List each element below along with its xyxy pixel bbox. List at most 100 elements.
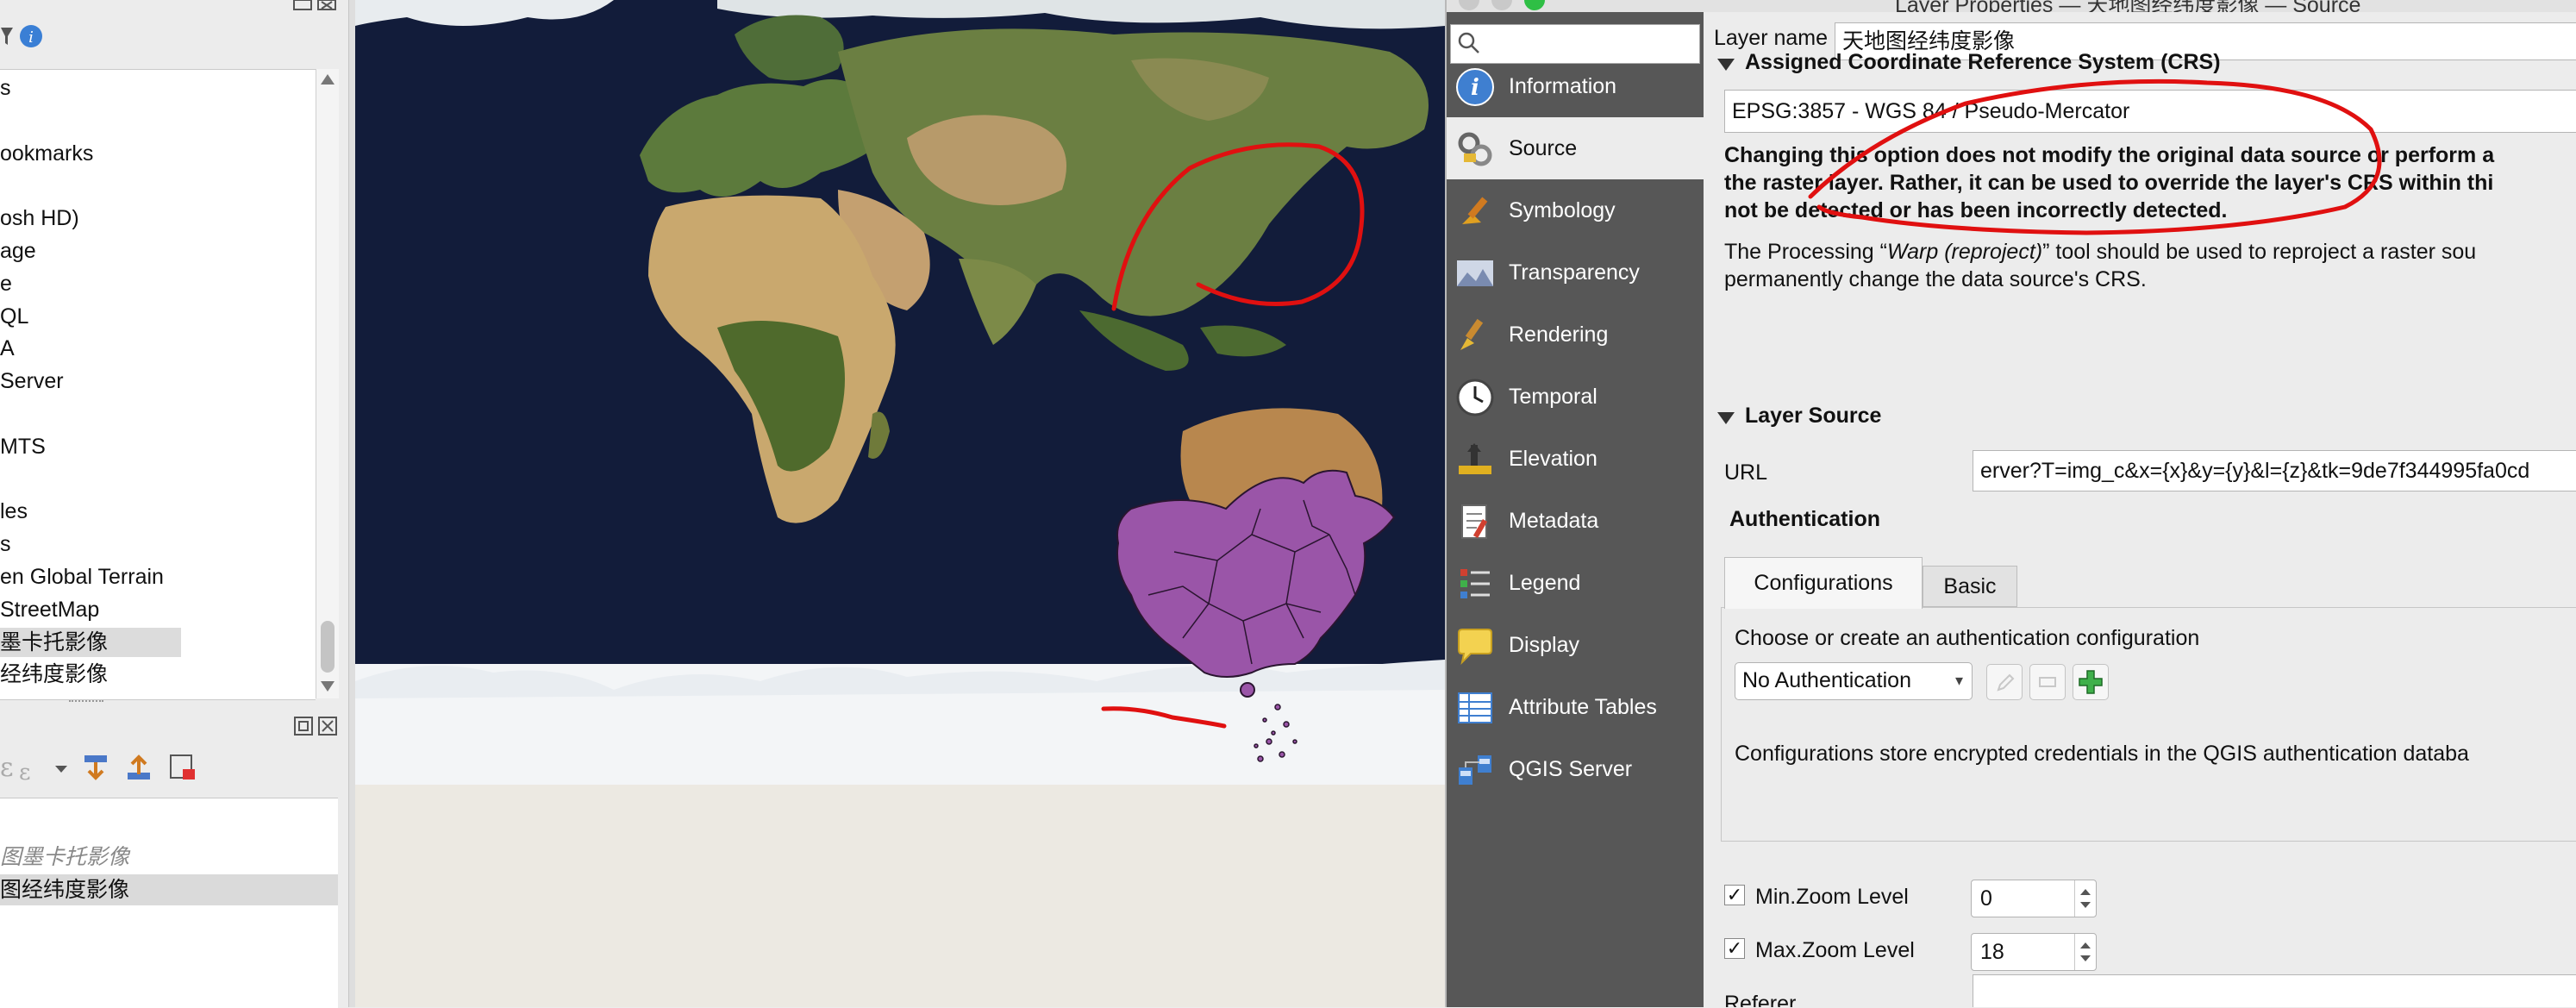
minimize-window-button[interactable]: [1491, 0, 1512, 10]
sidebar-item-metadata[interactable]: Metadata: [1447, 490, 1704, 552]
browser-tree-item[interactable]: 墨卡托影像: [0, 627, 181, 657]
sidebar-item-temporal[interactable]: Temporal: [1447, 366, 1704, 428]
referer-input[interactable]: [1973, 974, 2576, 1007]
sidebar-item-label: Metadata: [1509, 509, 1599, 533]
add-auth-button[interactable]: [2073, 664, 2109, 700]
dialog-title: Layer Properties — 天地图经纬度影像 — Source: [1895, 0, 2361, 12]
sidebar-item-symbology[interactable]: Symbology: [1447, 179, 1704, 241]
spin-arrows-icon[interactable]: [2074, 934, 2096, 970]
browser-tree-item[interactable]: StreetMap: [0, 595, 99, 624]
panel-splitter[interactable]: [69, 700, 103, 707]
close-panel-icon[interactable]: [317, 0, 336, 10]
remove-layer-icon[interactable]: [170, 754, 195, 779]
warp-tool-name[interactable]: Warp (reproject): [1887, 240, 2042, 264]
min-zoom-value: 0: [1980, 886, 1992, 911]
crs-section-toggle-icon[interactable]: [1717, 59, 1735, 71]
scroll-down-icon[interactable]: [321, 681, 335, 692]
max-zoom-spinbox[interactable]: 18: [1971, 933, 2097, 971]
sidebar-item-source[interactable]: Source: [1447, 117, 1704, 179]
browser-tree-item[interactable]: s: [0, 529, 11, 559]
layer-name-label: Layer name: [1714, 26, 1829, 50]
browser-tree-item[interactable]: osh HD): [0, 203, 79, 233]
min-zoom-checkbox[interactable]: ✓: [1724, 885, 1745, 905]
tab-configurations[interactable]: Configurations: [1724, 557, 1923, 609]
map-canvas[interactable]: [355, 0, 1445, 1007]
sidebar-item-qgis-server[interactable]: QGIS Server: [1447, 738, 1704, 800]
metadata-icon: [1455, 502, 1495, 542]
world-map[interactable]: [355, 0, 1445, 1007]
layer-item[interactable]: 图经纬度影像: [0, 874, 338, 905]
sidebar-item-information[interactable]: i Information: [1447, 55, 1704, 117]
sidebar-item-elevation[interactable]: Elevation: [1447, 428, 1704, 490]
crs-selector[interactable]: EPSG:3857 - WGS 84 / Pseudo-Mercator: [1724, 90, 2576, 133]
clock-icon: [1455, 378, 1495, 417]
tab-basic[interactable]: Basic: [1923, 566, 2017, 607]
sidebar-item-label: Rendering: [1509, 322, 1609, 347]
clear-auth-button[interactable]: [2029, 664, 2066, 700]
sidebar-item-attribute-tables[interactable]: Attribute Tables: [1447, 676, 1704, 738]
browser-tree-item[interactable]: MTS: [0, 432, 46, 461]
browser-scrollbar[interactable]: [316, 69, 339, 698]
edit-auth-button[interactable]: [1986, 664, 2023, 700]
transparency-icon: [1455, 254, 1495, 293]
scroll-up-icon[interactable]: [321, 74, 335, 85]
svg-text:i: i: [28, 28, 34, 47]
sidebar-item-rendering[interactable]: Rendering: [1447, 304, 1704, 366]
chevron-down-icon: ▾: [1954, 672, 1963, 689]
sidebar-item-label: QGIS Server: [1509, 757, 1633, 781]
browser-tree[interactable]: s ookmarks osh HD) age e QL A Server MTS les s en G…: [0, 69, 316, 700]
svg-text:ε: ε: [0, 753, 14, 783]
max-zoom-label: Max.Zoom Level: [1755, 938, 1915, 962]
hainan: [1240, 682, 1255, 698]
elevation-icon: [1455, 440, 1495, 479]
sidebar-item-display[interactable]: Display: [1447, 614, 1704, 676]
rendering-icon: [1455, 316, 1495, 355]
browser-tree-item[interactable]: age: [0, 236, 36, 266]
layers-toolbar: ε ε: [0, 750, 345, 786]
sidebar-item-legend[interactable]: Legend: [1447, 552, 1704, 614]
layer-item[interactable]: 图墨卡托影像: [0, 842, 338, 873]
float-panel-icon[interactable]: [293, 0, 312, 10]
crs-note-line-1: The Processing “Warp (reproject)” tool s…: [1724, 238, 2476, 266]
crs-warning-line-1: Changing this option does not modify the…: [1724, 143, 2495, 167]
browser-tree-item[interactable]: QL: [0, 302, 28, 331]
spin-arrows-icon[interactable]: [2074, 880, 2096, 917]
layers-list[interactable]: 图墨卡托影像 图经纬度影像: [0, 798, 338, 1008]
close-window-button[interactable]: [1459, 0, 1479, 10]
epsilon-filter-icon[interactable]: ε ε: [0, 753, 67, 786]
info-icon[interactable]: i: [19, 24, 43, 48]
sidebar-item-label: Source: [1509, 136, 1578, 160]
legend-icon: [1455, 564, 1495, 604]
max-zoom-checkbox[interactable]: ✓: [1724, 938, 1745, 959]
filter-icon[interactable]: [0, 24, 17, 48]
sidebar-item-label: Temporal: [1509, 385, 1597, 409]
eraser-icon: [2039, 677, 2056, 687]
min-zoom-spinbox[interactable]: 0: [1971, 880, 2097, 917]
browser-tree-item[interactable]: s: [0, 73, 11, 103]
svg-text:i: i: [1471, 75, 1479, 101]
url-input[interactable]: erver?T=img_c&x={x}&y={y}&l={z}&tk=9de7f…: [1973, 450, 2576, 491]
pencil-icon: [1997, 673, 2015, 692]
info-icon: i: [1455, 67, 1495, 107]
browser-tree-item[interactable]: e: [0, 269, 12, 298]
left-dock: i s ookmarks osh HD) age e QL A Server MTS les s en…: [0, 0, 356, 1008]
auth-config-select[interactable]: No Authentication ▾: [1735, 662, 1973, 700]
float-close-icons[interactable]: [293, 716, 341, 736]
browser-tree-item[interactable]: 经纬度影像: [0, 660, 108, 689]
browser-tree-item[interactable]: en Global Terrain: [0, 562, 164, 592]
crs-note-suffix: ” tool should be used to reproject a ras…: [2042, 240, 2477, 264]
sidebar-item-label: Attribute Tables: [1509, 695, 1657, 719]
expand-all-icon[interactable]: [84, 755, 107, 780]
sidebar-item-transparency[interactable]: Transparency: [1447, 241, 1704, 304]
layer-source-toggle-icon[interactable]: [1717, 412, 1735, 424]
layers-panel-controls: [293, 716, 341, 741]
authentication-label: Authentication: [1729, 507, 1880, 531]
crs-warning-line-3: not be detected or has been incorrectly …: [1724, 198, 2228, 222]
zoom-window-button[interactable]: [1524, 0, 1545, 10]
browser-tree-item[interactable]: A: [0, 334, 15, 363]
browser-tree-item[interactable]: ookmarks: [0, 139, 93, 168]
browser-tree-item[interactable]: les: [0, 497, 28, 526]
collapse-all-icon[interactable]: [128, 754, 150, 779]
browser-tree-item[interactable]: Server: [0, 366, 64, 396]
scrollbar-thumb[interactable]: [321, 621, 335, 673]
